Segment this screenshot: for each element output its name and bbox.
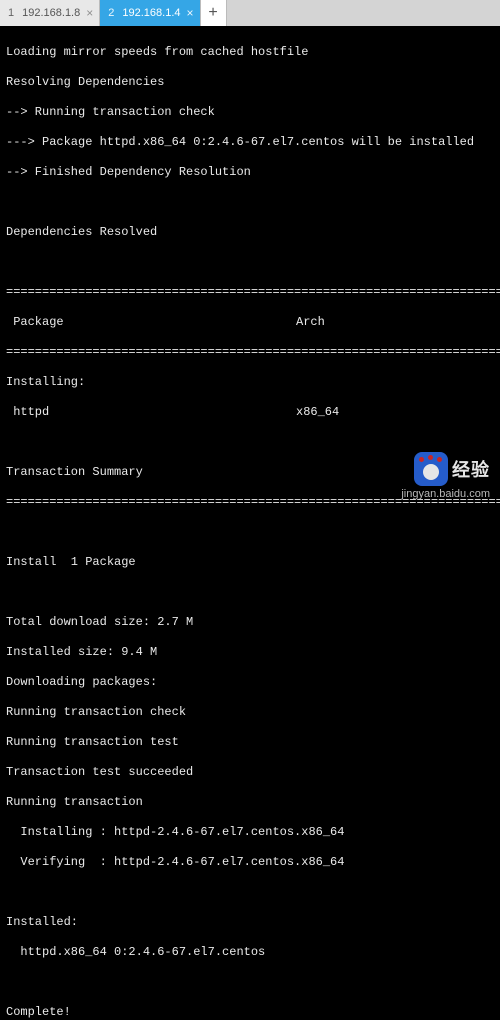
- tab-index: 1: [8, 7, 14, 19]
- term-line: Installing : httpd-2.4.6-67.el7.centos.x…: [6, 825, 494, 840]
- term-line: Transaction test succeeded: [6, 765, 494, 780]
- term-line: --> Finished Dependency Resolution: [6, 165, 494, 180]
- tab-label: 192.168.1.8: [22, 7, 80, 19]
- term-line: Installing:: [6, 375, 494, 390]
- term-line: Dependencies Resolved: [6, 225, 494, 240]
- term-line: Running transaction check: [6, 705, 494, 720]
- term-line: Installed size: 9.4 M: [6, 645, 494, 660]
- term-line: Running transaction test: [6, 735, 494, 750]
- term-blank: [6, 585, 494, 600]
- divider: ========================================…: [6, 345, 494, 360]
- col-arch: Arch: [296, 315, 325, 330]
- term-blank: [6, 435, 494, 450]
- plus-icon: +: [208, 4, 218, 22]
- term-blank: [6, 525, 494, 540]
- term-line: httpd.x86_64 0:2.4.6-67.el7.centos: [6, 945, 494, 960]
- term-blank: [6, 975, 494, 990]
- term-line: ---> Package httpd.x86_64 0:2.4.6-67.el7…: [6, 135, 494, 150]
- tab-bar: 1 192.168.1.8 × 2 192.168.1.4 × +: [0, 0, 500, 26]
- col-package: Package: [6, 315, 296, 330]
- tab-label: 192.168.1.4: [122, 7, 180, 19]
- table-header: Package Arch: [6, 315, 494, 330]
- tab-2[interactable]: 2 192.168.1.4 ×: [100, 0, 200, 26]
- term-line: Loading mirror speeds from cached hostfi…: [6, 45, 494, 60]
- tab-1[interactable]: 1 192.168.1.8 ×: [0, 0, 100, 26]
- term-line: Complete!: [6, 1005, 494, 1020]
- tab-bar-spacer: [227, 0, 500, 26]
- close-icon[interactable]: ×: [187, 6, 194, 20]
- tab-add-button[interactable]: +: [201, 0, 227, 26]
- term-blank: [6, 255, 494, 270]
- cell-arch: x86_64: [296, 405, 339, 420]
- term-blank: [6, 195, 494, 210]
- divider: ========================================…: [6, 285, 494, 300]
- close-icon[interactable]: ×: [86, 6, 93, 20]
- term-blank: [6, 885, 494, 900]
- table-row: httpd x86_64: [6, 405, 494, 420]
- term-line: Total download size: 2.7 M: [6, 615, 494, 630]
- cell-package: httpd: [6, 405, 296, 420]
- term-line: Verifying : httpd-2.4.6-67.el7.centos.x8…: [6, 855, 494, 870]
- term-line: Installed:: [6, 915, 494, 930]
- term-line: Running transaction: [6, 795, 494, 810]
- term-line: Downloading packages:: [6, 675, 494, 690]
- tab-index: 2: [108, 7, 114, 19]
- term-line: --> Running transaction check: [6, 105, 494, 120]
- term-line: Resolving Dependencies: [6, 75, 494, 90]
- divider: ========================================…: [6, 495, 494, 510]
- terminal-output[interactable]: Loading mirror speeds from cached hostfi…: [0, 26, 500, 1020]
- term-line: Transaction Summary: [6, 465, 494, 480]
- term-line: Install 1 Package: [6, 555, 494, 570]
